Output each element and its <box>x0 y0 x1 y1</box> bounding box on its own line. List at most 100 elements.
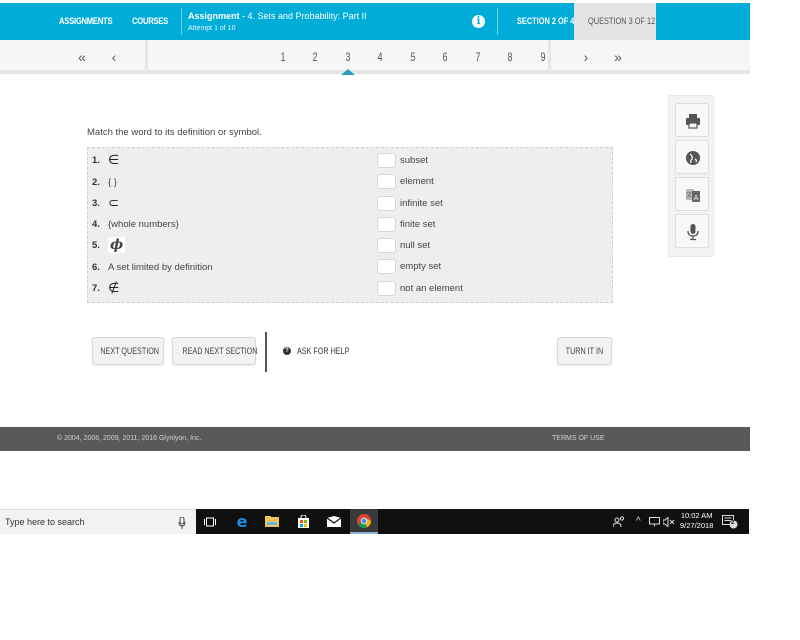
term-row: 4. {whole numbers} <box>92 214 179 234</box>
answer-input[interactable] <box>377 173 396 189</box>
answer-row: not an element <box>377 279 463 297</box>
microphone-icon[interactable] <box>178 517 186 529</box>
copyright-text: © 2004, 2006, 2009, 2011, 2016 Glynlyon,… <box>57 435 202 442</box>
answer-input[interactable] <box>377 237 396 253</box>
page-6[interactable]: 6 <box>439 40 451 74</box>
ask-for-help-label: ASK FOR HELP <box>297 346 350 356</box>
task-view-icon <box>204 517 216 526</box>
header-divider <box>497 8 498 35</box>
taskbar-search-placeholder: Type here to search <box>5 517 85 527</box>
terms-of-use-link[interactable]: TERMS OF USE <box>552 427 605 451</box>
answer-input[interactable] <box>377 280 396 296</box>
print-icon <box>686 114 700 129</box>
attempt-count: Attempt 1 of 10 <box>188 25 236 32</box>
read-aloud-button[interactable] <box>675 214 709 248</box>
term-row: 2. { } <box>92 172 117 192</box>
edge-icon: e <box>236 511 248 531</box>
term-null-symbol: ϕ <box>108 237 126 253</box>
turn-it-in-label: TURN IT IN <box>565 346 604 356</box>
answer-label: finite set <box>400 218 436 230</box>
page-4[interactable]: 4 <box>374 40 386 74</box>
translate-icon: A文 <box>686 189 700 202</box>
term-row: 7. ∉ <box>92 278 119 298</box>
term-number: 4. <box>92 218 100 230</box>
windows-taskbar: e ^ 10:02 AM 9/27/2018 2 <box>196 509 749 534</box>
edge-button[interactable]: e <box>228 509 256 534</box>
help-icon: ? <box>283 347 291 355</box>
page-5[interactable]: 5 <box>407 40 419 74</box>
answer-row: null set <box>377 236 430 254</box>
action-center-button[interactable]: 2 <box>722 515 738 534</box>
answer-label: element <box>400 175 434 187</box>
store-icon <box>297 515 309 528</box>
file-explorer-button[interactable] <box>258 509 286 534</box>
term-row: 3. ⊂ <box>92 193 119 213</box>
assignment-name: - 4. Sets and Probability: Part II <box>239 11 367 21</box>
page-1[interactable]: 1 <box>277 40 289 74</box>
volume-muted-icon[interactable] <box>662 509 675 534</box>
answer-row: finite set <box>377 215 435 233</box>
section-indicator: SECTION 2 OF 4 <box>517 16 575 26</box>
chevron-up-icon[interactable]: ^ <box>636 509 641 534</box>
term-not-element-symbol: ∉ <box>108 280 120 296</box>
term-number: 3. <box>92 197 100 209</box>
translate-page-button[interactable] <box>675 140 709 174</box>
svg-text:A: A <box>694 194 699 202</box>
notification-count: 2 <box>731 520 735 526</box>
chrome-button[interactable] <box>350 509 378 534</box>
nav-courses[interactable]: COURSES <box>132 3 168 40</box>
info-icon[interactable]: i <box>472 15 485 28</box>
question-prompt: Match the word to its definition or symb… <box>87 127 262 138</box>
globe-icon <box>686 151 700 165</box>
term-row: 1. ∈ <box>92 150 119 170</box>
term-whole-numbers: {whole numbers} <box>108 218 179 230</box>
nav-assignments[interactable]: ASSIGNMENTS <box>59 3 113 40</box>
prev-page-button[interactable]: ‹ <box>104 40 124 74</box>
answer-row: element <box>377 172 434 190</box>
print-button[interactable] <box>675 103 709 137</box>
first-page-button[interactable]: « <box>72 40 92 74</box>
pager-divider <box>145 40 148 74</box>
top-header: ASSIGNMENTS COURSES Assignment - 4. Sets… <box>0 3 750 40</box>
answer-row: infinite set <box>377 194 443 212</box>
page-2[interactable]: 2 <box>309 40 321 74</box>
chrome-icon <box>357 513 371 528</box>
clock-time: 10:02 AM <box>680 511 713 520</box>
term-empty-braces: { } <box>108 176 117 188</box>
last-page-button[interactable]: » <box>608 40 628 74</box>
svg-text:文: 文 <box>686 191 692 199</box>
translate-button[interactable]: A文 <box>675 177 709 211</box>
turn-it-in-button[interactable]: TURN IT IN <box>557 337 612 365</box>
page: ASSIGNMENTS COURSES Assignment - 4. Sets… <box>0 0 800 640</box>
taskbar-search-box[interactable]: Type here to search <box>0 509 196 534</box>
answer-row: empty set <box>377 257 441 275</box>
answer-input[interactable] <box>377 152 396 168</box>
answer-input[interactable] <box>377 258 396 274</box>
page-8[interactable]: 8 <box>504 40 516 74</box>
next-page-button[interactable]: › <box>576 40 596 74</box>
answer-label: null set <box>400 239 431 251</box>
term-number: 2. <box>92 176 100 188</box>
header-divider <box>181 8 182 35</box>
pager-divider <box>548 40 551 74</box>
term-row: 6. A set limited by definition <box>92 257 213 277</box>
read-next-section-button[interactable]: READ NEXT SECTION <box>172 337 257 365</box>
notification-icon <box>722 515 738 529</box>
answer-row: subset <box>377 151 428 169</box>
system-clock[interactable]: 10:02 AM 9/27/2018 <box>680 511 713 531</box>
term-number: 1. <box>92 154 100 166</box>
network-icon[interactable] <box>649 509 660 534</box>
answer-input[interactable] <box>377 216 396 232</box>
store-button[interactable] <box>289 509 317 534</box>
question-indicator: QUESTION 3 OF 12 <box>574 3 656 40</box>
next-question-button[interactable]: NEXT QUESTION <box>92 337 164 365</box>
task-view-button[interactable] <box>196 509 224 534</box>
answer-input[interactable] <box>377 195 396 211</box>
assignment-title: Assignment - 4. Sets and Probability: Pa… <box>188 11 367 21</box>
current-page-caret-icon <box>341 69 355 75</box>
actions-divider <box>265 332 267 372</box>
ask-for-help-link[interactable]: ? ASK FOR HELP <box>283 346 363 356</box>
people-icon[interactable] <box>612 509 625 534</box>
page-7[interactable]: 7 <box>472 40 484 74</box>
mail-button[interactable] <box>320 509 348 534</box>
